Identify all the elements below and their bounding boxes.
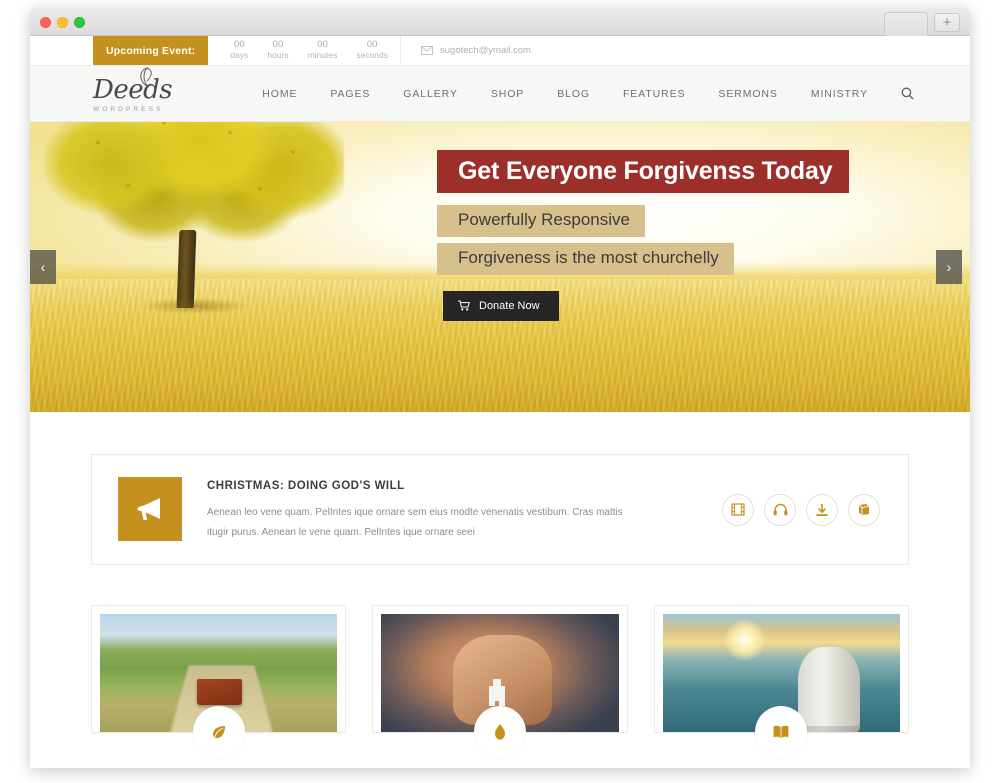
download-icon (816, 503, 828, 516)
feature-card[interactable] (372, 605, 628, 758)
hero-subtitle-2: Forgiveness is the most churchelly (437, 242, 734, 275)
browser-titlebar: + (30, 8, 970, 36)
sermon-description: Aenean leo vene quam. PelIntes ique orna… (207, 507, 623, 538)
card-badge-flame[interactable] (473, 706, 526, 758)
minimize-window-button[interactable] (57, 17, 68, 28)
hero-headline: Get Everyone Forgivenss Today (437, 150, 850, 194)
countdown-minutes-label: minutes (307, 50, 338, 61)
page-viewport: Upcoming Event: 00 days 00 hours 00 minu… (30, 36, 970, 768)
top-utility-bar: Upcoming Event: 00 days 00 hours 00 minu… (30, 36, 970, 66)
site-header: Deeds WORDPRESS HOME PAGES GALLERY SHOP … (30, 66, 970, 122)
countdown-days: 00 days (230, 39, 249, 61)
contact-email[interactable]: sugotech@ymail.com (401, 36, 531, 65)
nav-item-sermons[interactable]: SERMONS (718, 88, 777, 100)
nav-item-shop[interactable]: SHOP (491, 88, 524, 100)
nav-item-ministry[interactable]: MINISTRY (811, 88, 868, 100)
nav-item-home[interactable]: HOME (262, 88, 297, 100)
countdown-days-label: days (230, 50, 249, 61)
nav-item-gallery[interactable]: GALLERY (403, 88, 458, 100)
upcoming-event-badge: Upcoming Event: (93, 36, 209, 65)
hero-tree-image (44, 122, 344, 314)
tree-shadow (140, 297, 250, 314)
sermon-text: CHRISTMAS: DOING GOD'S WILL Aenean leo v… (207, 477, 708, 542)
sermon-title: CHRISTMAS: DOING GOD'S WILL (207, 480, 405, 492)
browser-tab[interactable] (884, 12, 928, 36)
hero-content: Get Everyone Forgivenss Today Powerfully… (437, 150, 907, 321)
search-button[interactable] (901, 87, 914, 100)
donate-now-button[interactable]: Donate Now (443, 290, 559, 321)
main-content: CHRISTMAS: DOING GOD'S WILL Aenean leo v… (30, 454, 970, 758)
sermon-notes-button[interactable] (848, 493, 880, 526)
cart-icon (458, 300, 470, 311)
browser-window: + Upcoming Event: 00 days 00 hours 00 mi… (30, 8, 970, 768)
nav-item-features[interactable]: FEATURES (623, 88, 685, 100)
card-badge-book[interactable] (755, 706, 808, 758)
card-badge-leaf[interactable] (192, 706, 245, 758)
flame-icon (494, 724, 505, 740)
site-logo[interactable]: Deeds WORDPRESS (93, 66, 223, 113)
envelope-icon (421, 46, 434, 55)
headphones-icon (773, 503, 787, 516)
leaf-icon (212, 726, 225, 739)
countdown-seconds-label: seconds (356, 50, 389, 61)
book-icon (858, 504, 870, 515)
sermon-highlight-card[interactable]: CHRISTMAS: DOING GOD'S WILL Aenean leo v… (91, 454, 909, 565)
contact-email-text: sugotech@ymail.com (440, 45, 531, 56)
feature-cards-row (91, 605, 909, 758)
countdown-seconds: 00 seconds (356, 39, 389, 61)
search-icon (901, 87, 914, 100)
sermon-video-button[interactable] (722, 493, 754, 526)
feature-card[interactable] (653, 605, 909, 758)
nav-item-pages[interactable]: PAGES (330, 88, 370, 100)
window-controls (40, 17, 85, 28)
tree-trunk (176, 229, 197, 308)
donate-now-label: Donate Now (479, 299, 540, 312)
sermon-actions (722, 477, 882, 542)
hero-subtitle-1: Powerfully Responsive (437, 205, 645, 237)
close-window-button[interactable] (40, 17, 51, 28)
new-tab-button[interactable]: + (934, 13, 960, 32)
megaphone-icon (137, 498, 160, 520)
open-book-icon (773, 725, 789, 738)
countdown-hours-label: hours (267, 50, 289, 61)
sermon-audio-button[interactable] (764, 493, 796, 526)
countdown-minutes: 00 minutes (307, 39, 338, 61)
slider-prev-button[interactable]: ‹ (30, 250, 56, 284)
feature-card[interactable] (91, 605, 347, 758)
nav-item-blog[interactable]: BLOG (557, 88, 590, 100)
dove-icon (140, 66, 152, 88)
sermon-icon-box (118, 477, 182, 541)
event-countdown: 00 days 00 hours 00 minutes 00 seconds (208, 36, 402, 65)
countdown-hours: 00 hours (267, 39, 289, 61)
hero-slider: ‹ › Get Everyone Forgivenss Today Powerf… (30, 122, 970, 412)
logo-mark: Deeds (93, 66, 223, 109)
film-icon (731, 503, 745, 516)
maximize-window-button[interactable] (74, 17, 85, 28)
sermon-download-button[interactable] (806, 493, 838, 526)
slider-next-button[interactable]: › (936, 250, 962, 284)
main-navigation: HOME PAGES GALLERY SHOP BLOG FEATURES SE… (262, 87, 914, 100)
viewport-bottom-edge (30, 764, 970, 768)
